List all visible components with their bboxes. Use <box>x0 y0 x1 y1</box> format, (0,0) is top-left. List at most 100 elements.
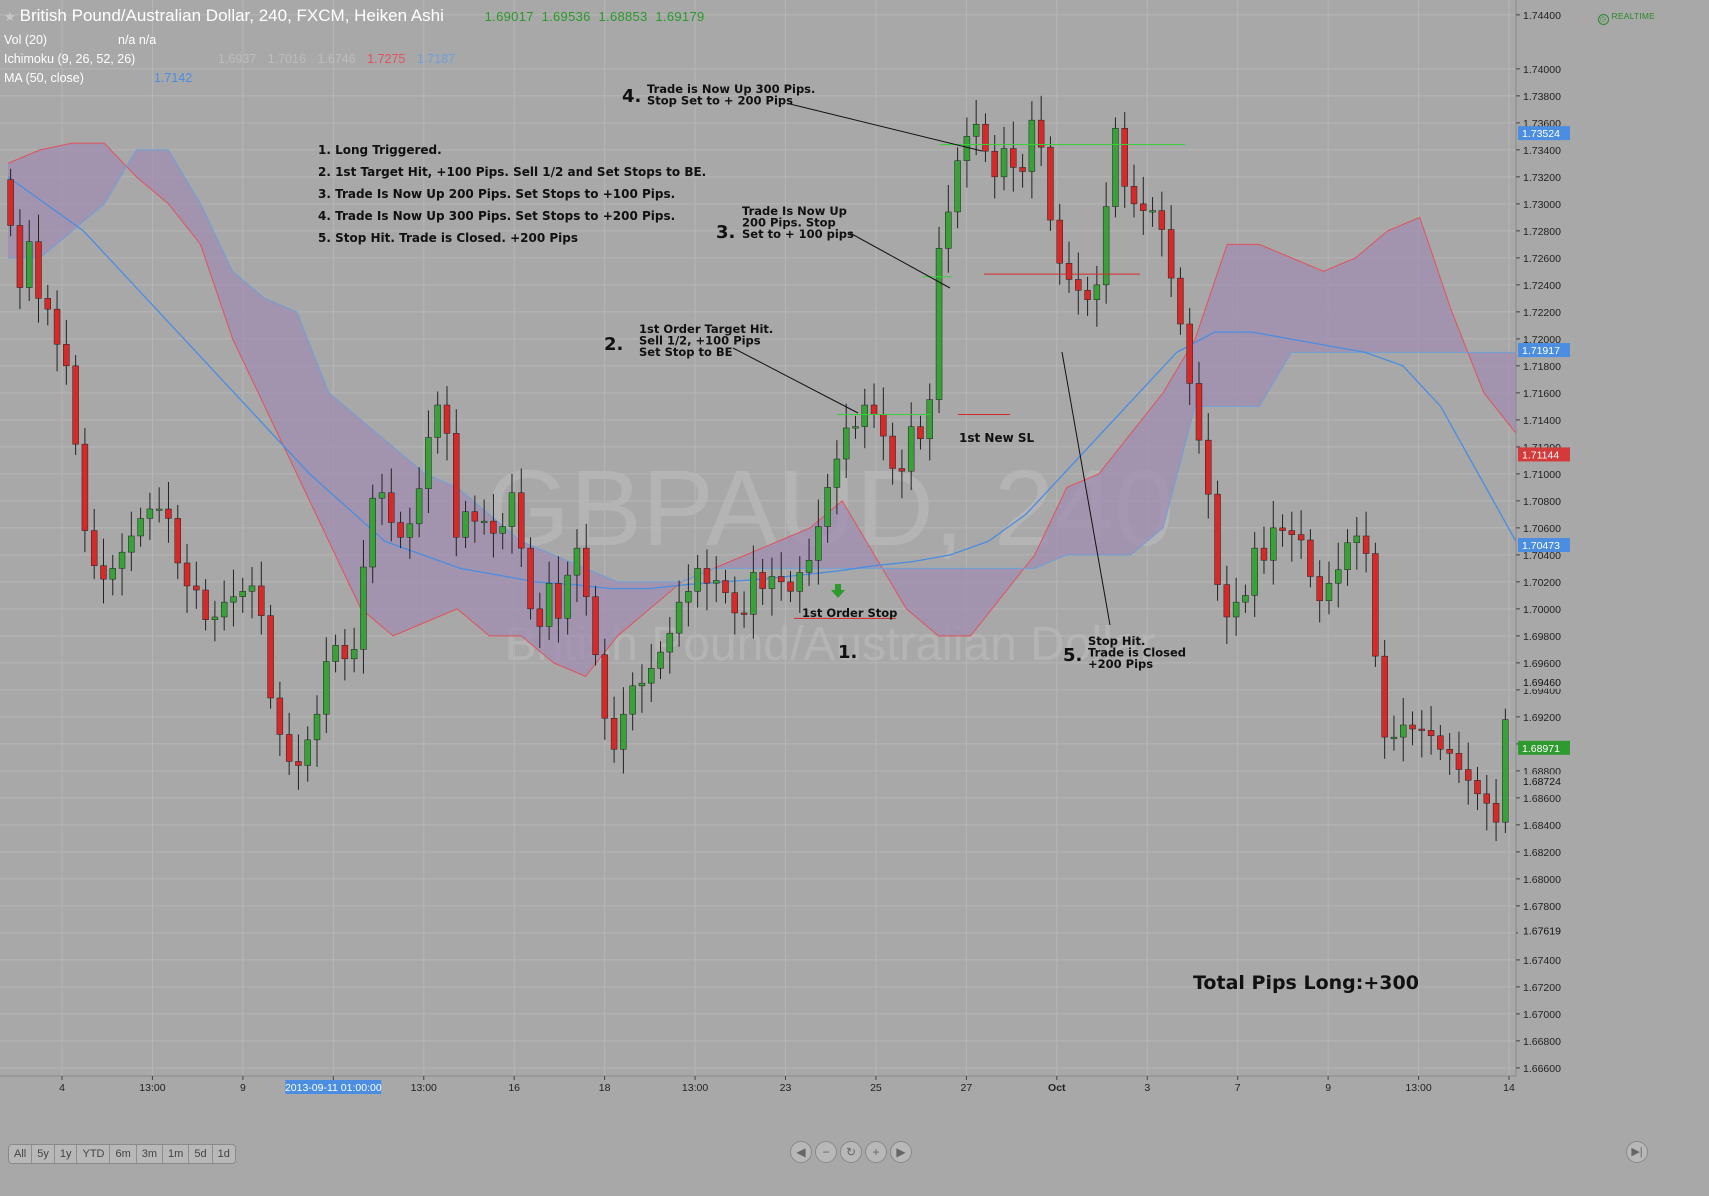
candle-body <box>323 661 330 715</box>
zoom-1d-button[interactable]: 1d <box>212 1145 235 1163</box>
step-number: 5. <box>1063 645 1082 666</box>
candle-body <box>471 511 479 522</box>
candle-body <box>193 585 200 591</box>
ichimoku-indicator-label[interactable]: Ichimoku (9, 26, 52, 26) <box>4 52 135 66</box>
candle-body <box>211 616 219 620</box>
candle-body <box>1418 728 1426 731</box>
y-tick-label: 1.71600 <box>1523 388 1561 400</box>
candle-body <box>815 526 822 561</box>
zoom-3m-button[interactable]: 3m <box>136 1145 164 1163</box>
candle-body <box>72 365 79 445</box>
entry-arrow-icon <box>831 584 845 598</box>
zoom-1m-button[interactable]: 1m <box>163 1145 190 1163</box>
candle-body <box>490 520 497 534</box>
y-tick-label: 1.71000 <box>1523 469 1561 481</box>
candle-body <box>1195 383 1203 441</box>
candle-body <box>592 596 599 656</box>
y-tick-label: 1.66800 <box>1523 1036 1561 1048</box>
candle-body <box>824 487 831 527</box>
candle-body <box>1260 547 1268 561</box>
candle-body <box>378 492 386 499</box>
zoom-1y-button[interactable]: 1y <box>54 1145 78 1163</box>
ma-indicator-label[interactable]: MA (50, close) <box>4 71 84 85</box>
candle-body <box>453 433 460 538</box>
candle-body <box>369 497 376 568</box>
candle-body <box>425 437 432 489</box>
candle-body <box>898 468 906 472</box>
x-tick-label: 16 <box>508 1082 520 1094</box>
y-tick-label: 1.72800 <box>1523 226 1561 238</box>
volume-indicator-label[interactable]: Vol (20) <box>4 33 47 47</box>
candle-body <box>1353 535 1361 543</box>
x-tick-label: 13:00 <box>139 1082 165 1094</box>
candle-body <box>787 581 794 592</box>
candle-body <box>350 649 358 660</box>
candle-body <box>1437 735 1444 750</box>
step2-text: Set Stop to BE <box>639 345 733 359</box>
candle-body <box>230 596 237 603</box>
y-tick-label: 1.71800 <box>1523 361 1561 373</box>
candle-body <box>1251 547 1258 596</box>
candle-body <box>1158 210 1166 230</box>
zoom-5y-button[interactable]: 5y <box>32 1145 55 1163</box>
candle-body <box>935 248 943 400</box>
price-badge-label: 1.68971 <box>1522 743 1560 755</box>
price-axis: 1.744001.740001.738001.736001.734001.732… <box>1515 0 1709 1196</box>
candle-body <box>508 492 516 527</box>
candle-body <box>1483 793 1491 804</box>
candle-body <box>1381 655 1388 738</box>
zoom-all-button[interactable]: All <box>9 1145 33 1163</box>
candle-body <box>388 492 395 523</box>
zoom-5d-button[interactable]: 5d <box>189 1145 213 1163</box>
star-icon[interactable]: ★ <box>4 9 16 24</box>
scroll-left-icon[interactable]: ◀ <box>790 1141 812 1163</box>
reset-icon[interactable]: ↻ <box>840 1141 862 1163</box>
candle-body <box>750 572 757 615</box>
zoom-out-icon[interactable]: − <box>815 1141 837 1163</box>
candle-body <box>100 565 107 580</box>
candle-body <box>842 427 850 460</box>
candle-body <box>239 591 246 597</box>
candle-body <box>1400 724 1407 738</box>
price-label: 1.68724 <box>1523 776 1561 788</box>
zoom-ytd-button[interactable]: YTD <box>77 1145 111 1163</box>
go-to-end-icon[interactable]: ▶| <box>1626 1141 1648 1163</box>
candle-body <box>415 488 423 525</box>
candle-body <box>174 518 181 564</box>
candle-body <box>1093 284 1101 300</box>
realtime-indicator: ◷ REALTIME <box>1597 11 1655 25</box>
candle-body <box>1307 539 1314 577</box>
y-tick-label: 1.72200 <box>1523 307 1561 319</box>
candle-body <box>1492 803 1500 823</box>
candle-body <box>1130 186 1138 205</box>
summary-line: 1. Long Triggered. <box>318 143 442 157</box>
zoom-range-bar: All 5y 1y YTD 6m 3m 1m 5d 1d <box>8 1144 236 1164</box>
candle-body <box>202 589 209 620</box>
y-tick-label: 1.74400 <box>1523 10 1561 22</box>
ichimoku-value: 1.7016 <box>267 52 306 66</box>
step-number: 3. <box>716 222 735 243</box>
y-tick-label: 1.68400 <box>1523 820 1561 832</box>
candle-body <box>1279 527 1286 531</box>
realtime-label: REALTIME <box>1611 11 1655 21</box>
candle-body <box>889 435 896 469</box>
candle-body <box>462 511 469 538</box>
candle-body <box>1186 323 1193 384</box>
zoom-6m-button[interactable]: 6m <box>110 1145 137 1163</box>
candle-body <box>360 566 367 650</box>
candle-body <box>1288 530 1296 535</box>
price-chart[interactable]: GBPAUD, 240 British Pound/Australian Dol… <box>0 0 1709 1196</box>
x-tick-label: 23 <box>780 1082 792 1094</box>
scroll-right-icon[interactable]: ▶ <box>890 1141 912 1163</box>
candle-body <box>118 551 126 569</box>
zoom-in-icon[interactable]: + <box>865 1141 887 1163</box>
candle-body <box>527 547 534 610</box>
candle-body <box>703 568 711 584</box>
candle-body <box>926 399 933 440</box>
candle-body <box>657 651 664 669</box>
candle-body <box>35 241 42 299</box>
y-tick-label: 1.67200 <box>1523 982 1561 994</box>
candle-body <box>666 632 674 653</box>
y-tick-label: 1.70000 <box>1523 604 1561 616</box>
candle-body <box>1121 128 1128 187</box>
